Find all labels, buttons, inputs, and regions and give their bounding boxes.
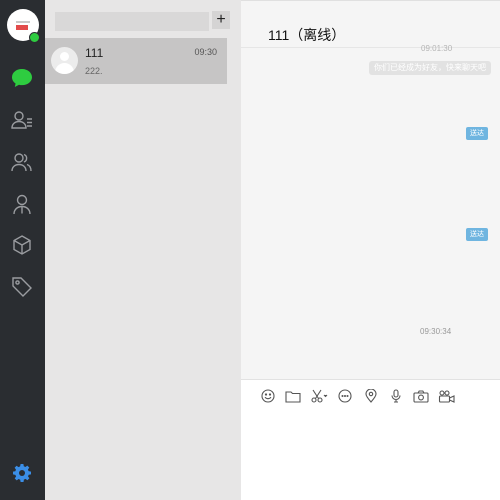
user-icon[interactable] xyxy=(10,192,34,216)
microphone-icon[interactable] xyxy=(391,389,401,403)
contacts-icon[interactable] xyxy=(10,108,34,132)
search-input[interactable] xyxy=(55,12,209,31)
chat-bubble-icon[interactable] xyxy=(338,389,352,403)
message-input[interactable] xyxy=(249,412,497,500)
add-button[interactable]: + xyxy=(212,11,230,29)
scissors-icon[interactable] xyxy=(311,389,329,403)
conversation-item[interactable]: 111 09:30 222. xyxy=(45,38,227,84)
folder-icon[interactable] xyxy=(285,389,301,403)
video-icon[interactable] xyxy=(438,389,456,403)
online-status-dot xyxy=(29,32,40,43)
conversation-preview: 222. xyxy=(85,66,103,76)
group-icon[interactable] xyxy=(10,150,34,174)
chat-panel: 111（离线） 09:01:30 你们已经成为好友，快来聊天吧 送达 送达 09… xyxy=(241,0,500,500)
chat-icon[interactable] xyxy=(10,66,34,90)
cube-icon[interactable] xyxy=(10,233,34,257)
message-timestamp: 09:01:30 xyxy=(421,44,453,53)
chat-title: 111（离线） xyxy=(268,27,346,43)
gear-icon[interactable] xyxy=(10,461,34,485)
chat-app: + 111 09:30 222. 111（离线） 09:01:30 你们已经成为… xyxy=(0,0,500,500)
status-badge: 送达 xyxy=(466,127,488,140)
chat-header: 111（离线） xyxy=(241,1,500,48)
nav-sidebar xyxy=(0,0,45,500)
emoji-icon[interactable] xyxy=(261,389,275,403)
avatar xyxy=(51,47,78,74)
composer xyxy=(241,379,500,500)
status-badge: 送达 xyxy=(466,228,488,241)
conversation-list-panel: + 111 09:30 222. xyxy=(45,0,285,500)
conversation-name: 111 xyxy=(85,46,104,60)
message-timestamp: 09:30:34 xyxy=(420,327,452,336)
location-icon[interactable] xyxy=(365,389,377,403)
camera-icon[interactable] xyxy=(413,389,429,403)
conversation-time: 09:30 xyxy=(194,47,217,57)
tag-icon[interactable] xyxy=(10,274,34,298)
system-message: 你们已经成为好友，快来聊天吧 xyxy=(369,61,491,75)
